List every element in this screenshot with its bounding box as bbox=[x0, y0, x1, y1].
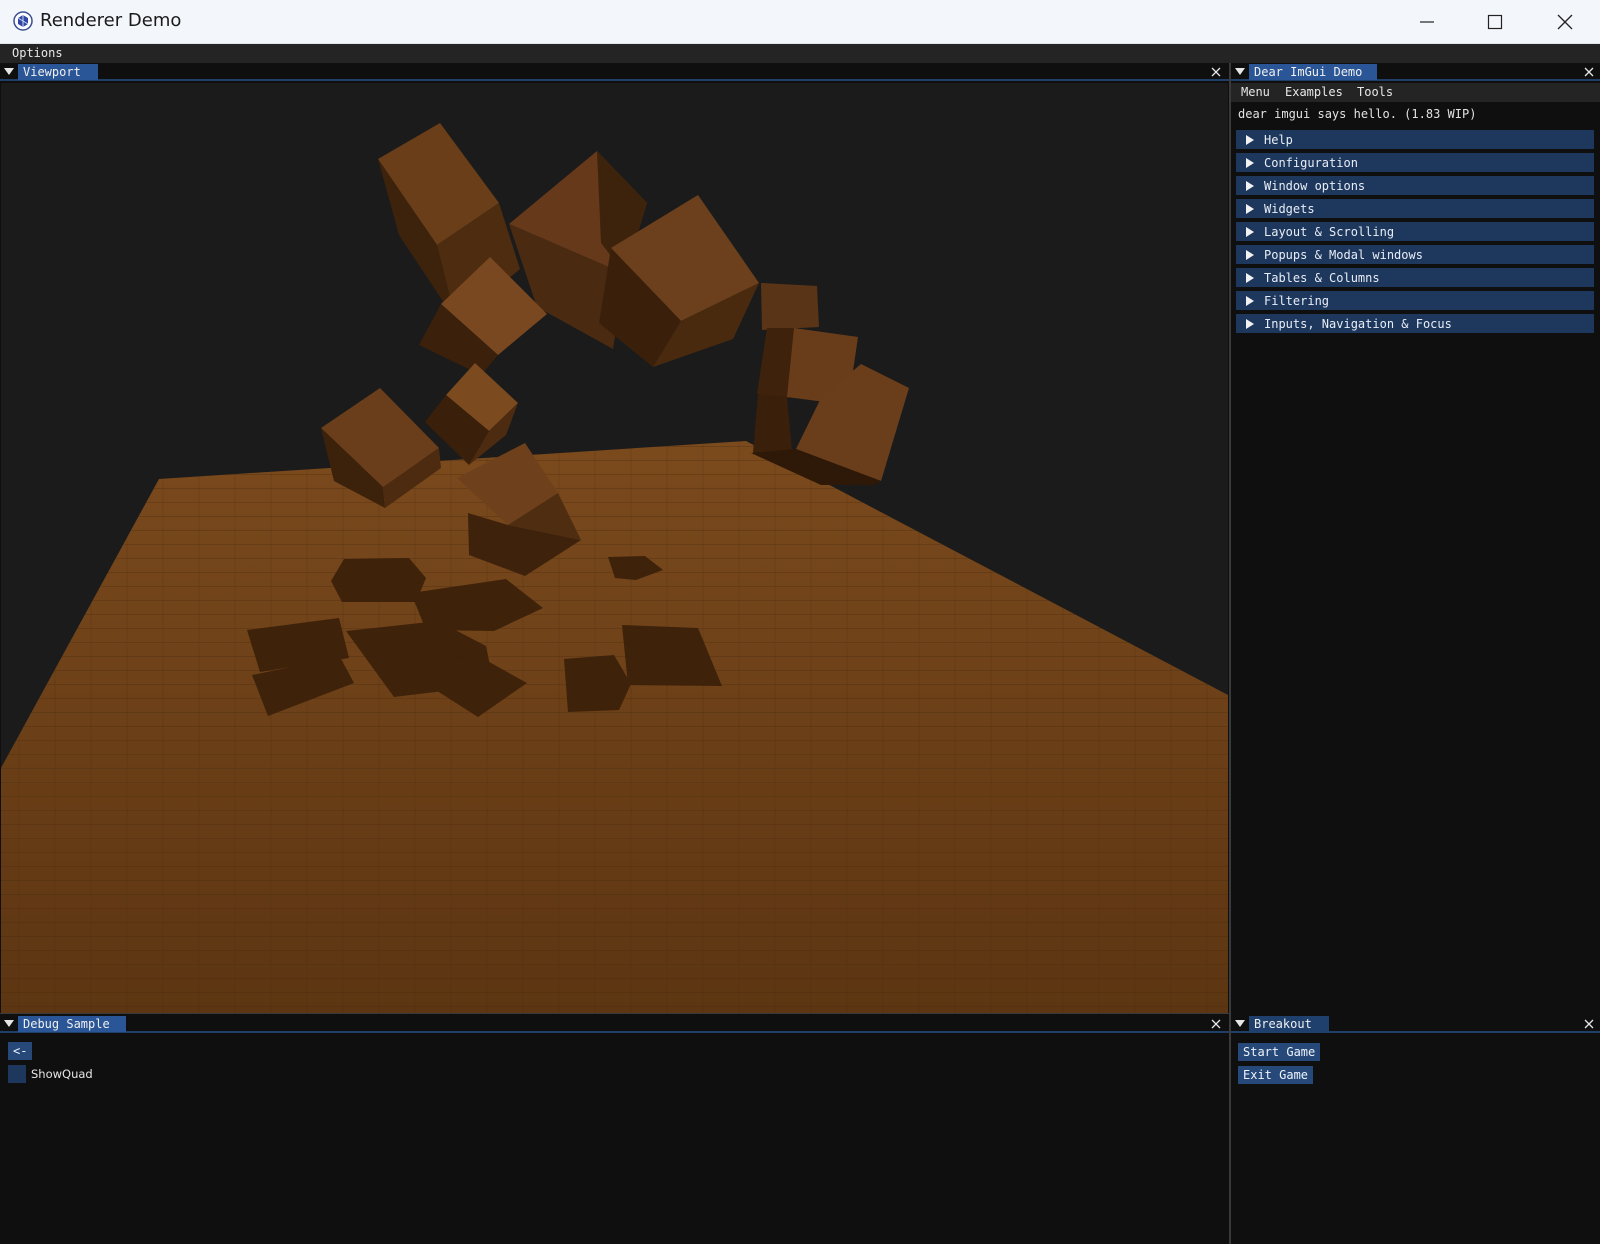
app-logo-icon bbox=[13, 11, 33, 31]
tab-breakout[interactable]: Breakout bbox=[1249, 1016, 1329, 1032]
main-menubar: Options bbox=[0, 44, 1600, 63]
start-game-button[interactable]: Start Game bbox=[1238, 1043, 1321, 1061]
close-window-button[interactable] bbox=[1532, 0, 1598, 44]
collapse-arrow-icon bbox=[1246, 157, 1254, 168]
header-configuration[interactable]: Configuration bbox=[1236, 153, 1594, 172]
menu-menu[interactable]: Menu bbox=[1241, 85, 1270, 99]
debug-sample-tabbar: Debug Sample bbox=[0, 1015, 1229, 1033]
header-label: Layout & Scrolling bbox=[1264, 224, 1395, 239]
menu-options[interactable]: Options bbox=[12, 46, 63, 60]
collapse-arrow-icon bbox=[1246, 318, 1254, 329]
header-label: Popups & Modal windows bbox=[1264, 247, 1423, 262]
header-label: Inputs, Navigation & Focus bbox=[1264, 316, 1452, 331]
debug-sample-window: Debug Sample <- ShowQuad bbox=[0, 1015, 1229, 1244]
hello-text: dear imgui says hello. (1.83 WIP) bbox=[1238, 107, 1477, 121]
imgui-demo-menubar: Menu Examples Tools bbox=[1231, 83, 1600, 102]
window-titlebar[interactable]: Renderer Demo bbox=[0, 0, 1600, 44]
header-help[interactable]: Help bbox=[1236, 130, 1594, 149]
collapse-arrow-icon bbox=[1246, 134, 1254, 145]
header-label: Help bbox=[1264, 132, 1293, 147]
tab-debug-sample[interactable]: Debug Sample bbox=[18, 1016, 126, 1032]
header-label: Filtering bbox=[1264, 293, 1330, 308]
viewport-3d-scene[interactable] bbox=[1, 83, 1228, 1013]
dock-splitter-horizontal[interactable] bbox=[0, 1013, 1229, 1014]
menu-examples[interactable]: Examples bbox=[1285, 85, 1343, 99]
close-icon bbox=[1557, 14, 1573, 30]
header-label: Tables & Columns bbox=[1264, 270, 1380, 285]
showquad-label: ShowQuad bbox=[31, 1067, 93, 1081]
viewport-close-button[interactable] bbox=[1208, 64, 1224, 80]
header-widgets[interactable]: Widgets bbox=[1236, 199, 1594, 218]
breakout-close-button[interactable] bbox=[1581, 1016, 1597, 1032]
header-layout-scrolling[interactable]: Layout & Scrolling bbox=[1236, 222, 1594, 241]
viewport-window: Viewport bbox=[0, 63, 1229, 1013]
tab-dear-imgui-demo[interactable]: Dear ImGui Demo bbox=[1249, 64, 1377, 80]
showquad-checkbox[interactable] bbox=[8, 1065, 26, 1083]
close-icon bbox=[1211, 67, 1221, 77]
header-inputs-navigation[interactable]: Inputs, Navigation & Focus bbox=[1236, 314, 1594, 333]
imgui-demo-tabbar: Dear ImGui Demo bbox=[1231, 63, 1600, 81]
header-filtering[interactable]: Filtering bbox=[1236, 291, 1594, 310]
header-tables-columns[interactable]: Tables & Columns bbox=[1236, 268, 1594, 287]
debug-sample-close-button[interactable] bbox=[1208, 1016, 1224, 1032]
header-label: Widgets bbox=[1264, 201, 1315, 216]
dock-menu-icon[interactable] bbox=[0, 1015, 18, 1033]
minimize-icon bbox=[1420, 21, 1434, 23]
maximize-icon bbox=[1487, 14, 1503, 30]
menu-tools[interactable]: Tools bbox=[1357, 85, 1393, 99]
dock-menu-icon[interactable] bbox=[1231, 63, 1249, 81]
header-popups-modal[interactable]: Popups & Modal windows bbox=[1236, 245, 1594, 264]
collapse-arrow-icon bbox=[1246, 249, 1254, 260]
back-button[interactable]: <- bbox=[8, 1042, 33, 1060]
viewport-tabbar: Viewport bbox=[0, 63, 1229, 81]
collapse-arrow-icon bbox=[1246, 272, 1254, 283]
exit-game-button[interactable]: Exit Game bbox=[1238, 1066, 1314, 1084]
close-icon bbox=[1584, 1019, 1594, 1029]
close-icon bbox=[1211, 1019, 1221, 1029]
imgui-demo-close-button[interactable] bbox=[1581, 64, 1597, 80]
header-label: Window options bbox=[1264, 178, 1366, 193]
breakout-tabbar: Breakout bbox=[1231, 1015, 1600, 1033]
header-label: Configuration bbox=[1264, 155, 1358, 170]
dock-menu-icon[interactable] bbox=[0, 63, 18, 81]
minimize-button[interactable] bbox=[1394, 0, 1460, 44]
window-title: Renderer Demo bbox=[40, 10, 182, 31]
maximize-button[interactable] bbox=[1462, 0, 1528, 44]
header-window-options[interactable]: Window options bbox=[1236, 176, 1594, 195]
dock-menu-icon[interactable] bbox=[1231, 1015, 1249, 1033]
collapse-arrow-icon bbox=[1246, 226, 1254, 237]
close-icon bbox=[1584, 67, 1594, 77]
collapse-arrow-icon bbox=[1246, 295, 1254, 306]
collapse-arrow-icon bbox=[1246, 203, 1254, 214]
breakout-window: Breakout Start Game Exit Game bbox=[1231, 1015, 1600, 1244]
collapse-arrow-icon bbox=[1246, 180, 1254, 191]
tab-viewport[interactable]: Viewport bbox=[18, 64, 98, 80]
